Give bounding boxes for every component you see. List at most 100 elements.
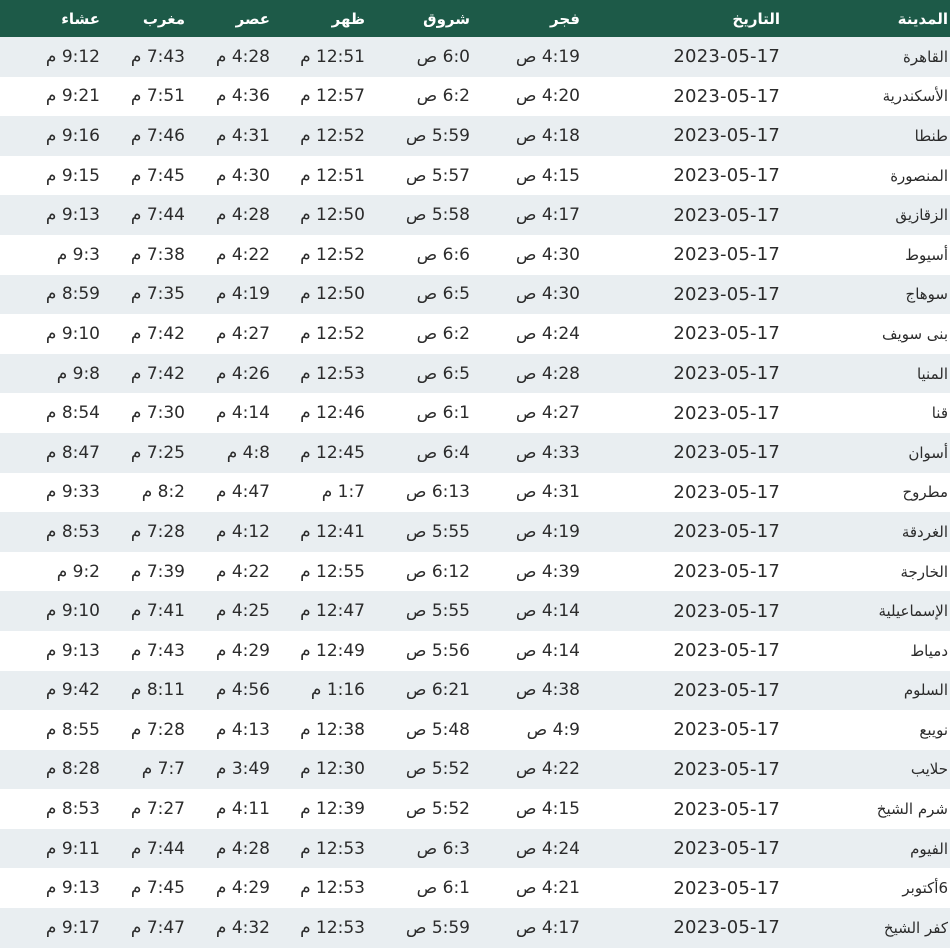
cell-sunrise: 5:48 ص bbox=[405, 719, 470, 740]
cell-sunrise: 6:2 ص bbox=[416, 86, 470, 107]
cell-city: الزقازيق bbox=[895, 206, 948, 225]
table-row: أسوان 2023-05-17 4:33 ص 6:4 ص 12:45 م 4:8 م 7:… bbox=[0, 432, 950, 473]
cell-maghrib: 7:7 م bbox=[141, 759, 185, 780]
cell-isha: 8:53 م bbox=[45, 521, 100, 542]
cell-city: السلوم bbox=[903, 681, 948, 700]
cell-sunrise: 6:1 ص bbox=[416, 403, 470, 424]
header-date: التاريخ bbox=[732, 9, 780, 28]
cell-maghrib: 7:30 م bbox=[130, 403, 185, 424]
cell-fajr: 4:22 ص bbox=[515, 759, 580, 780]
cell-fajr: 4:31 ص bbox=[515, 482, 580, 503]
cell-maghrib: 7:28 م bbox=[130, 521, 185, 542]
cell-sunrise: 6:4 ص bbox=[416, 442, 470, 463]
cell-fajr: 4:15 ص bbox=[515, 165, 580, 186]
cell-isha: 9:2 م bbox=[56, 561, 100, 582]
cell-dhuhr: 1:16 م bbox=[310, 680, 365, 701]
table-row: كفر الشيخ 2023-05-17 4:17 ص 5:59 ص 12:53 م 4:… bbox=[0, 908, 950, 948]
cell-asr: 4:30 م bbox=[215, 165, 270, 186]
cell-isha: 8:54 م bbox=[45, 403, 100, 424]
cell-city: الأسكندرية bbox=[882, 87, 948, 106]
cell-asr: 4:22 م bbox=[215, 561, 270, 582]
cell-asr: 4:32 م bbox=[215, 917, 270, 938]
header-sunrise: شروق bbox=[423, 9, 470, 28]
table-row: نويبع 2023-05-17 4:9 ص 5:48 ص 12:38 م 4:13 م 7… bbox=[0, 710, 950, 750]
cell-sunrise: 5:56 ص bbox=[405, 640, 470, 661]
cell-isha: 9:13 م bbox=[45, 878, 100, 899]
cell-sunrise: 6:5 ص bbox=[416, 363, 470, 384]
cell-maghrib: 7:42 م bbox=[130, 323, 185, 344]
cell-asr: 4:28 م bbox=[215, 205, 270, 226]
cell-fajr: 4:18 ص bbox=[515, 125, 580, 146]
cell-sunrise: 6:3 ص bbox=[416, 838, 470, 859]
cell-date: 2023-05-17 bbox=[673, 125, 780, 147]
header-maghrib: مغرب bbox=[142, 9, 185, 28]
cell-asr: 4:28 م bbox=[215, 838, 270, 859]
cell-date: 2023-05-17 bbox=[673, 758, 780, 780]
cell-fajr: 4:19 ص bbox=[515, 521, 580, 542]
header-isha: عشاء bbox=[61, 9, 100, 28]
cell-sunrise: 5:55 ص bbox=[405, 601, 470, 622]
cell-city: المنصورة bbox=[890, 166, 948, 185]
cell-asr: 4:29 م bbox=[215, 640, 270, 661]
cell-date: 2023-05-17 bbox=[673, 640, 780, 662]
cell-date: 2023-05-17 bbox=[673, 521, 780, 543]
cell-isha: 9:42 م bbox=[45, 680, 100, 701]
cell-sunrise: 6:5 ص bbox=[416, 284, 470, 305]
table-row: الأسكندرية 2023-05-17 4:20 ص 6:2 ص 12:57 م 4:… bbox=[0, 76, 950, 117]
cell-dhuhr: 12:30 م bbox=[300, 759, 365, 780]
cell-isha: 9:13 م bbox=[45, 205, 100, 226]
table-row: دمياط 2023-05-17 4:14 ص 5:56 ص 12:49 م 4:29 م… bbox=[0, 630, 950, 671]
table-row: المنيا 2023-05-17 4:28 ص 6:5 ص 12:53 م 4:26 م… bbox=[0, 353, 950, 394]
cell-dhuhr: 12:53 م bbox=[300, 917, 365, 938]
cell-city: كفر الشيخ bbox=[883, 918, 948, 937]
cell-maghrib: 7:45 م bbox=[130, 878, 185, 899]
cell-dhuhr: 12:51 م bbox=[300, 165, 365, 186]
table-row: المنصورة 2023-05-17 4:15 ص 5:57 ص 12:51 م 4:3… bbox=[0, 155, 950, 196]
cell-city: أسيوط bbox=[905, 245, 948, 264]
table-row: طنطا 2023-05-17 4:18 ص 5:59 ص 12:52 م 4:31 م 7… bbox=[0, 116, 950, 156]
table-row: بنى سويف 2023-05-17 4:24 ص 6:2 ص 12:52 م 4:27… bbox=[0, 314, 950, 354]
table-row: حلايب 2023-05-17 4:22 ص 5:52 ص 12:30 م 3:49 م… bbox=[0, 749, 950, 790]
cell-isha: 9:10 م bbox=[45, 601, 100, 622]
cell-date: 2023-05-17 bbox=[673, 283, 780, 305]
cell-dhuhr: 12:50 م bbox=[300, 284, 365, 305]
cell-date: 2023-05-17 bbox=[673, 204, 780, 226]
cell-date: 2023-05-17 bbox=[673, 46, 780, 68]
table-row: الفيوم 2023-05-17 4:24 ص 6:3 ص 12:53 م 4:28 م… bbox=[0, 828, 950, 869]
cell-asr: 4:11 م bbox=[215, 799, 270, 820]
cell-isha: 8:47 م bbox=[45, 442, 100, 463]
cell-date: 2023-05-17 bbox=[673, 442, 780, 464]
cell-fajr: 4:27 ص bbox=[515, 403, 580, 424]
cell-isha: 8:53 م bbox=[45, 799, 100, 820]
cell-city: بنى سويف bbox=[882, 324, 948, 343]
cell-dhuhr: 12:55 م bbox=[300, 561, 365, 582]
cell-maghrib: 7:43 م bbox=[130, 46, 185, 67]
cell-fajr: 4:30 ص bbox=[515, 244, 580, 265]
cell-maghrib: 7:47 م bbox=[130, 917, 185, 938]
cell-asr: 4:22 م bbox=[215, 244, 270, 265]
cell-isha: 9:33 م bbox=[45, 482, 100, 503]
cell-city: القاهرة bbox=[903, 47, 948, 66]
cell-dhuhr: 12:46 م bbox=[300, 403, 365, 424]
cell-dhuhr: 12:38 م bbox=[300, 719, 365, 740]
table-row: مطروح 2023-05-17 4:31 ص 6:13 ص 1:7 م 4:47 م 8:… bbox=[0, 472, 950, 513]
table-row: 6أكتوبر 2023-05-17 4:21 ص 6:1 ص 12:53 م 4:29 … bbox=[0, 868, 950, 909]
cell-city: شرم الشيخ bbox=[876, 800, 948, 819]
cell-maghrib: 7:44 م bbox=[130, 838, 185, 859]
cell-date: 2023-05-17 bbox=[673, 798, 780, 820]
cell-fajr: 4:14 ص bbox=[515, 640, 580, 661]
cell-isha: 9:11 م bbox=[45, 838, 100, 859]
cell-asr: 4:8 م bbox=[226, 442, 270, 463]
cell-asr: 4:31 م bbox=[215, 125, 270, 146]
cell-isha: 9:21 م bbox=[45, 86, 100, 107]
table-row: السلوم 2023-05-17 4:38 ص 6:21 ص 1:16 م 4:56 م… bbox=[0, 670, 950, 711]
cell-sunrise: 5:52 ص bbox=[405, 799, 470, 820]
cell-isha: 9:16 م bbox=[45, 125, 100, 146]
cell-fajr: 4:24 ص bbox=[515, 323, 580, 344]
cell-maghrib: 7:42 م bbox=[130, 363, 185, 384]
cell-maghrib: 7:28 م bbox=[130, 719, 185, 740]
cell-asr: 4:29 م bbox=[215, 878, 270, 899]
cell-fajr: 4:9 ص bbox=[526, 719, 580, 740]
cell-isha: 8:28 م bbox=[45, 759, 100, 780]
cell-city: الخارجة bbox=[900, 562, 948, 581]
